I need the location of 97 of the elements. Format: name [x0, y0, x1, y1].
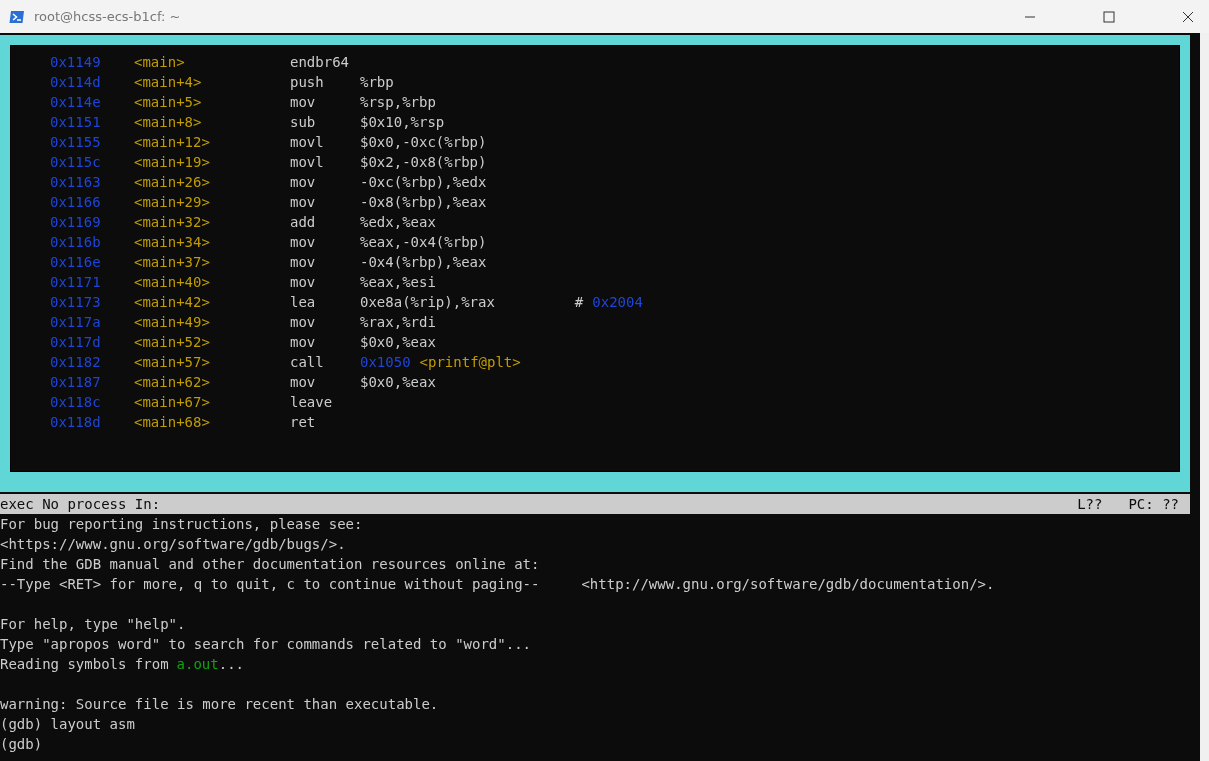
symbol-offset: <main+49>: [134, 313, 211, 332]
mnemonic: mov: [290, 313, 317, 332]
instruction-address: 0x1173: [50, 293, 102, 312]
mnemonic: add: [290, 213, 317, 232]
operand-text: -0x8(%rbp),%eax: [360, 193, 487, 212]
symbol-offset: <main+8>: [134, 113, 203, 132]
instruction-address: 0x115c: [50, 153, 102, 172]
symbol-offset: <main+37>: [134, 253, 211, 272]
pc-indicator: PC: ??: [1128, 495, 1179, 514]
mnemonic: push: [290, 73, 325, 92]
instruction-address: 0x117a: [50, 313, 102, 332]
mnemonic: mov: [290, 373, 317, 392]
instruction-address: 0x1151: [50, 113, 102, 132]
instruction-address: 0x1155: [50, 133, 102, 152]
symbol-offset: <main+42>: [134, 293, 211, 312]
symbol-offset: <main+32>: [134, 213, 211, 232]
operand-text: -0x4(%rbp),%eax: [360, 253, 487, 272]
close-icon[interactable]: [1182, 10, 1194, 23]
console-text: ...: [218, 655, 245, 674]
operand-text: $0x2,-0x8(%rbp): [360, 153, 487, 172]
mnemonic: leave: [290, 393, 334, 412]
mnemonic: call: [290, 353, 325, 372]
operand-text: %rsp,%rbp: [360, 93, 436, 112]
symbol-offset: <main+34>: [134, 233, 211, 252]
symbol-offset: <main+57>: [134, 353, 211, 372]
symbol-offset: <main+5>: [134, 93, 203, 112]
terminal-icon: [9, 8, 25, 25]
console-text: a.out: [176, 655, 219, 674]
instruction-address: 0x1182: [50, 353, 102, 372]
instruction-address: 0x114d: [50, 73, 102, 92]
operand-text: %edx,%eax: [360, 213, 436, 232]
symbol-offset: <main+19>: [134, 153, 211, 172]
operand-text: %eax,-0x4(%rbp): [360, 233, 487, 252]
operand-text: %rbp: [360, 73, 394, 92]
mnemonic: movl: [290, 133, 325, 152]
console-text: warning: Source file is more recent than executable.: [0, 695, 439, 714]
symbol-offset: <main+12>: [134, 133, 211, 152]
instruction-address: 0x1169: [50, 213, 102, 232]
symbol-offset: <main+52>: [134, 333, 211, 352]
symbol-offset: <main+67>: [134, 393, 211, 412]
target-address: 0x2004: [592, 293, 643, 312]
console-text: (gdb) layout asm: [0, 715, 135, 734]
line-indicator: L??: [1077, 495, 1103, 514]
instruction-address: 0x1187: [50, 373, 102, 392]
operand-text: $0x0,%eax: [360, 373, 436, 392]
target-address: 0x1050: [360, 353, 411, 372]
mnemonic: mov: [290, 193, 317, 212]
maximize-icon[interactable]: [1103, 10, 1115, 23]
mnemonic: mov: [290, 333, 317, 352]
console-text: Find the GDB manual and other documentation resources online at:: [0, 555, 540, 574]
instruction-address: 0x1171: [50, 273, 102, 292]
operand-text: %rax,%rdi: [360, 313, 436, 332]
operand-text: $0x0,-0xc(%rbp): [360, 133, 487, 152]
operand-text: -0xc(%rbp),%edx: [360, 173, 487, 192]
mnemonic: endbr64: [290, 53, 350, 72]
symbol-offset: <main+40>: [134, 273, 211, 292]
console-text: Reading symbols from: [0, 655, 169, 674]
console-text: For help, type "help".: [0, 615, 186, 634]
mnemonic: mov: [290, 253, 317, 272]
mnemonic: mov: [290, 273, 317, 292]
mnemonic: movl: [290, 153, 325, 172]
instruction-address: 0x1166: [50, 193, 102, 212]
console-text: <https://www.gnu.org/software/gdb/bugs/>.: [0, 535, 346, 554]
operand-text: 0xe8a(%rip),%rax: [360, 293, 495, 312]
mnemonic: mov: [290, 93, 317, 112]
mnemonic: sub: [290, 113, 317, 132]
symbol-offset: <main+29>: [134, 193, 211, 212]
symbol-offset: <main>: [134, 53, 186, 72]
instruction-address: 0x117d: [50, 333, 102, 352]
console-text: For bug reporting instructions, please see:: [0, 515, 363, 534]
operand-text: %eax,%esi: [360, 273, 436, 292]
mnemonic: ret: [290, 413, 317, 432]
mnemonic: mov: [290, 233, 317, 252]
symbol-offset: <main+26>: [134, 173, 211, 192]
instruction-address: 0x1149: [50, 53, 102, 72]
instruction-address: 0x116b: [50, 233, 102, 252]
instruction-address: 0x1163: [50, 173, 102, 192]
mnemonic: mov: [290, 173, 317, 192]
status-text: exec No process In:: [0, 495, 161, 514]
operand-text: $0x0,%eax: [360, 333, 436, 352]
window-title: root@hcss-ecs-b1cf: ~: [34, 9, 181, 24]
scrollbar[interactable]: [1200, 33, 1209, 761]
instruction-address: 0x118d: [50, 413, 102, 432]
instruction-address: 0x118c: [50, 393, 102, 412]
target-symbol: <printf@plt>: [419, 353, 521, 372]
console-text: Type "apropos word" to search for commands related to "word"...: [0, 635, 531, 654]
symbol-offset: <main+4>: [134, 73, 203, 92]
comment-mark: #: [574, 293, 584, 312]
console-text: (gdb): [0, 735, 43, 754]
symbol-offset: <main+68>: [134, 413, 211, 432]
instruction-address: 0x114e: [50, 93, 102, 112]
instruction-address: 0x116e: [50, 253, 102, 272]
symbol-offset: <main+62>: [134, 373, 211, 392]
console-text: --Type <RET> for more, q to quit, c to continue without paging--: [0, 575, 540, 594]
console-text: <http://www.gnu.org/software/gdb/documentation/>.: [581, 575, 995, 594]
operand-text: $0x10,%rsp: [360, 113, 445, 132]
mnemonic: lea: [290, 293, 317, 312]
